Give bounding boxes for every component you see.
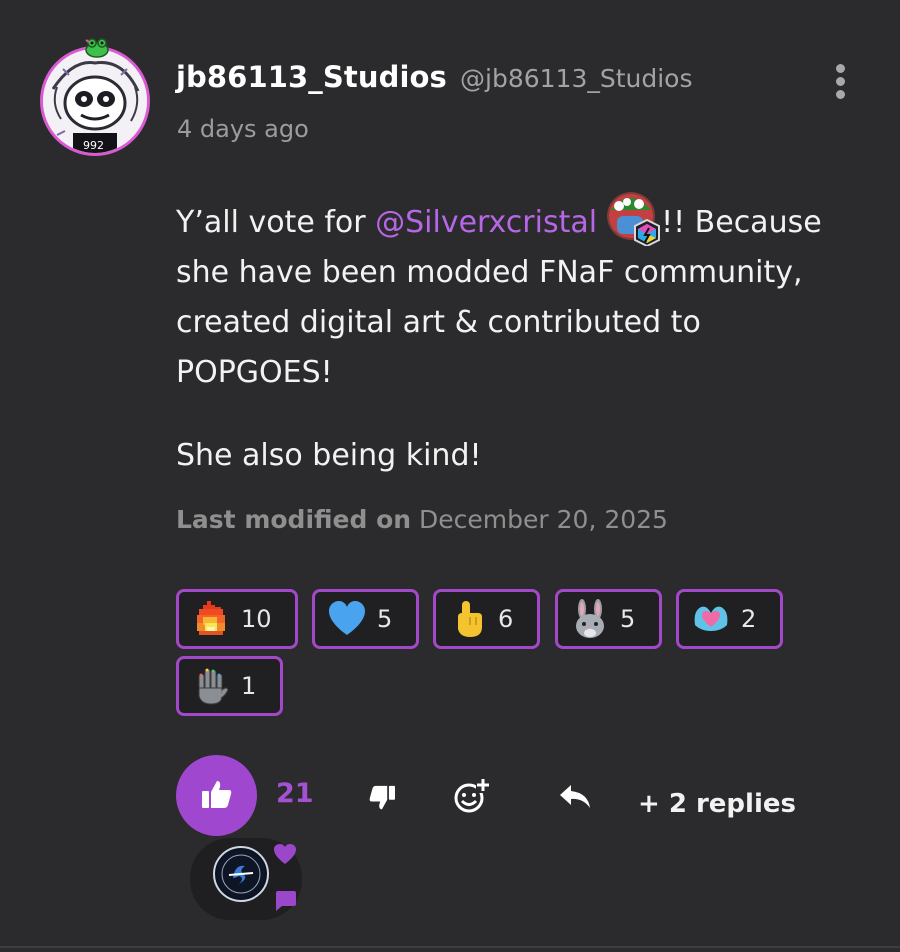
- dislike-button[interactable]: [362, 780, 402, 820]
- add-emoji-icon: [452, 776, 492, 820]
- last-modified-label: Last modified on: [176, 505, 412, 534]
- author-avatar[interactable]: 992: [40, 38, 154, 160]
- pointing-up-hand-icon: [448, 599, 488, 639]
- reaction-count: 5: [620, 605, 636, 633]
- reaction-count: 2: [741, 605, 757, 633]
- avatar-image: 992: [40, 46, 150, 156]
- thumbs-down-icon: [368, 785, 396, 815]
- reaction-count: 1: [241, 672, 257, 700]
- heart-hands-icon: [691, 599, 731, 639]
- reaction-fire[interactable]: 10: [176, 589, 298, 649]
- raised-hand-icon: [191, 666, 231, 706]
- like-count: 21: [276, 778, 314, 809]
- comment-card: 992 jb86113_Studios @jb86113_Studios 4 d…: [0, 0, 900, 952]
- comment-paragraph-2: She also being kind!: [176, 438, 482, 473]
- reaction-pointing-up[interactable]: 6: [433, 589, 540, 649]
- blue-heart-icon: [327, 599, 367, 639]
- creator-liked-heart-icon: [272, 842, 298, 866]
- like-button[interactable]: [176, 755, 257, 836]
- comment-timestamp: 4 days ago: [177, 115, 309, 143]
- reaction-raised-hand[interactable]: 1: [176, 656, 283, 716]
- rabbit-face-icon: [570, 599, 610, 639]
- last-modified: Last modified on December 20, 2025: [176, 505, 668, 534]
- reaction-blue-heart[interactable]: 5: [312, 589, 419, 649]
- body-text-prefix: Y’all vote for: [176, 205, 376, 240]
- body-text-rest: she have been modded FNaF community, cre…: [176, 255, 803, 390]
- reaction-count: 5: [377, 605, 393, 633]
- frog-badge-icon: [84, 38, 110, 58]
- creator-replied-icon: [272, 888, 298, 912]
- reaction-count: 6: [498, 605, 514, 633]
- svg-text:992: 992: [83, 139, 104, 152]
- fire-icon: [191, 599, 231, 639]
- reaction-heart-hands[interactable]: 2: [676, 589, 783, 649]
- author-username[interactable]: jb86113_Studios: [176, 60, 447, 94]
- last-modified-date: December 20, 2025: [419, 505, 668, 534]
- reaction-rabbit[interactable]: 5: [555, 589, 662, 649]
- reply-button[interactable]: [555, 778, 595, 818]
- view-replies-link[interactable]: + 2 replies: [638, 789, 796, 819]
- reaction-count: 10: [241, 605, 272, 633]
- reply-arrow-icon: [557, 781, 593, 815]
- comment-body: Y’all vote for @Silverxcristal !! Becaus…: [176, 190, 856, 481]
- more-options-icon[interactable]: [830, 64, 850, 104]
- user-mention-link[interactable]: @Silverxcristal: [375, 205, 597, 240]
- thumbs-up-icon: [201, 779, 233, 813]
- mention-avatar-icon: [605, 190, 661, 248]
- creator-avatar: [213, 846, 269, 902]
- add-reaction-button[interactable]: [452, 778, 492, 818]
- author-handle[interactable]: @jb86113_Studios: [460, 64, 693, 93]
- comment-paragraph-1: Y’all vote for @Silverxcristal !! Becaus…: [176, 190, 856, 398]
- body-text-suffix: !! Because: [661, 205, 822, 240]
- divider: [0, 946, 900, 948]
